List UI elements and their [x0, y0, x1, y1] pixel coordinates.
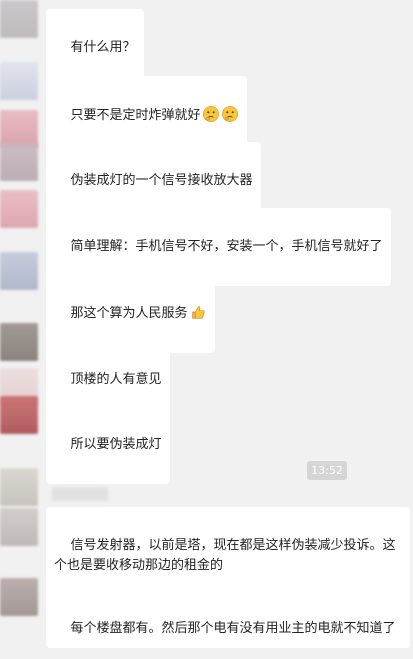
avatar[interactable] — [0, 323, 38, 361]
avatar[interactable] — [0, 62, 38, 100]
message-text: 那这个算为人民服务 — [70, 306, 188, 321]
avatar[interactable] — [0, 143, 38, 181]
message-bubble[interactable]: 所以要伪装成灯 — [46, 406, 170, 484]
message-bubble[interactable]: 每个楼盘都有。然后那个电有没有用业主的电就不知道了 — [46, 590, 410, 648]
message-text: 每个楼盘都有。然后那个电有没有用业主的电就不知道了 — [70, 621, 396, 636]
message-text: 只要不是定时炸弹就好 — [70, 108, 201, 123]
thinking-face-icon — [221, 105, 238, 123]
sender-name — [52, 487, 108, 501]
thumbs-up-icon — [191, 306, 205, 319]
avatar[interactable] — [0, 468, 38, 506]
message-text: 顶楼的人有意见 — [70, 372, 162, 387]
chat-area: 有什么用？ 只要不是定时炸弹就好 伪装成灯的一个信号接收放大器 简单理解：手机信… — [0, 0, 413, 648]
avatar[interactable] — [0, 190, 38, 228]
message-text: 伪装成灯的一个信号接收放大器 — [70, 173, 253, 188]
thinking-face-icon — [202, 105, 219, 123]
avatar[interactable] — [0, 252, 38, 290]
avatar[interactable] — [0, 508, 38, 546]
message-text: 信号发射器，以前是塔，现在都是这样伪装减少投诉。这个也是要收移动那边的租金的 — [54, 538, 396, 573]
timestamp: 13:52 — [307, 461, 347, 480]
avatar[interactable] — [0, 396, 38, 434]
avatar[interactable] — [0, 578, 38, 616]
message-text: 简单理解：手机信号不好，安装一个，手机信号就好了 — [70, 239, 383, 254]
message-text: 所以要伪装成灯 — [70, 437, 162, 452]
avatar[interactable] — [0, 0, 38, 38]
message-text: 有什么用？ — [70, 40, 136, 55]
